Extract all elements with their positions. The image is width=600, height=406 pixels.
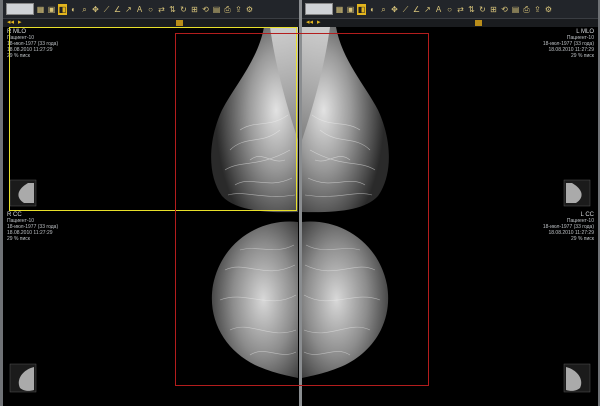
orientation-thumbnail-r-mlo <box>9 179 37 207</box>
breast-image-r-cc[interactable] <box>211 221 298 378</box>
orientation-thumbnail-l-cc <box>563 363 591 393</box>
pane-divider[interactable] <box>299 0 302 406</box>
breast-image-r-mlo[interactable] <box>211 27 298 213</box>
breast-image-l-cc[interactable] <box>302 221 389 378</box>
breast-image-l-mlo[interactable] <box>302 27 389 213</box>
orientation-thumbnail-r-cc <box>9 363 37 393</box>
orientation-thumbnail-l-mlo <box>563 179 591 207</box>
